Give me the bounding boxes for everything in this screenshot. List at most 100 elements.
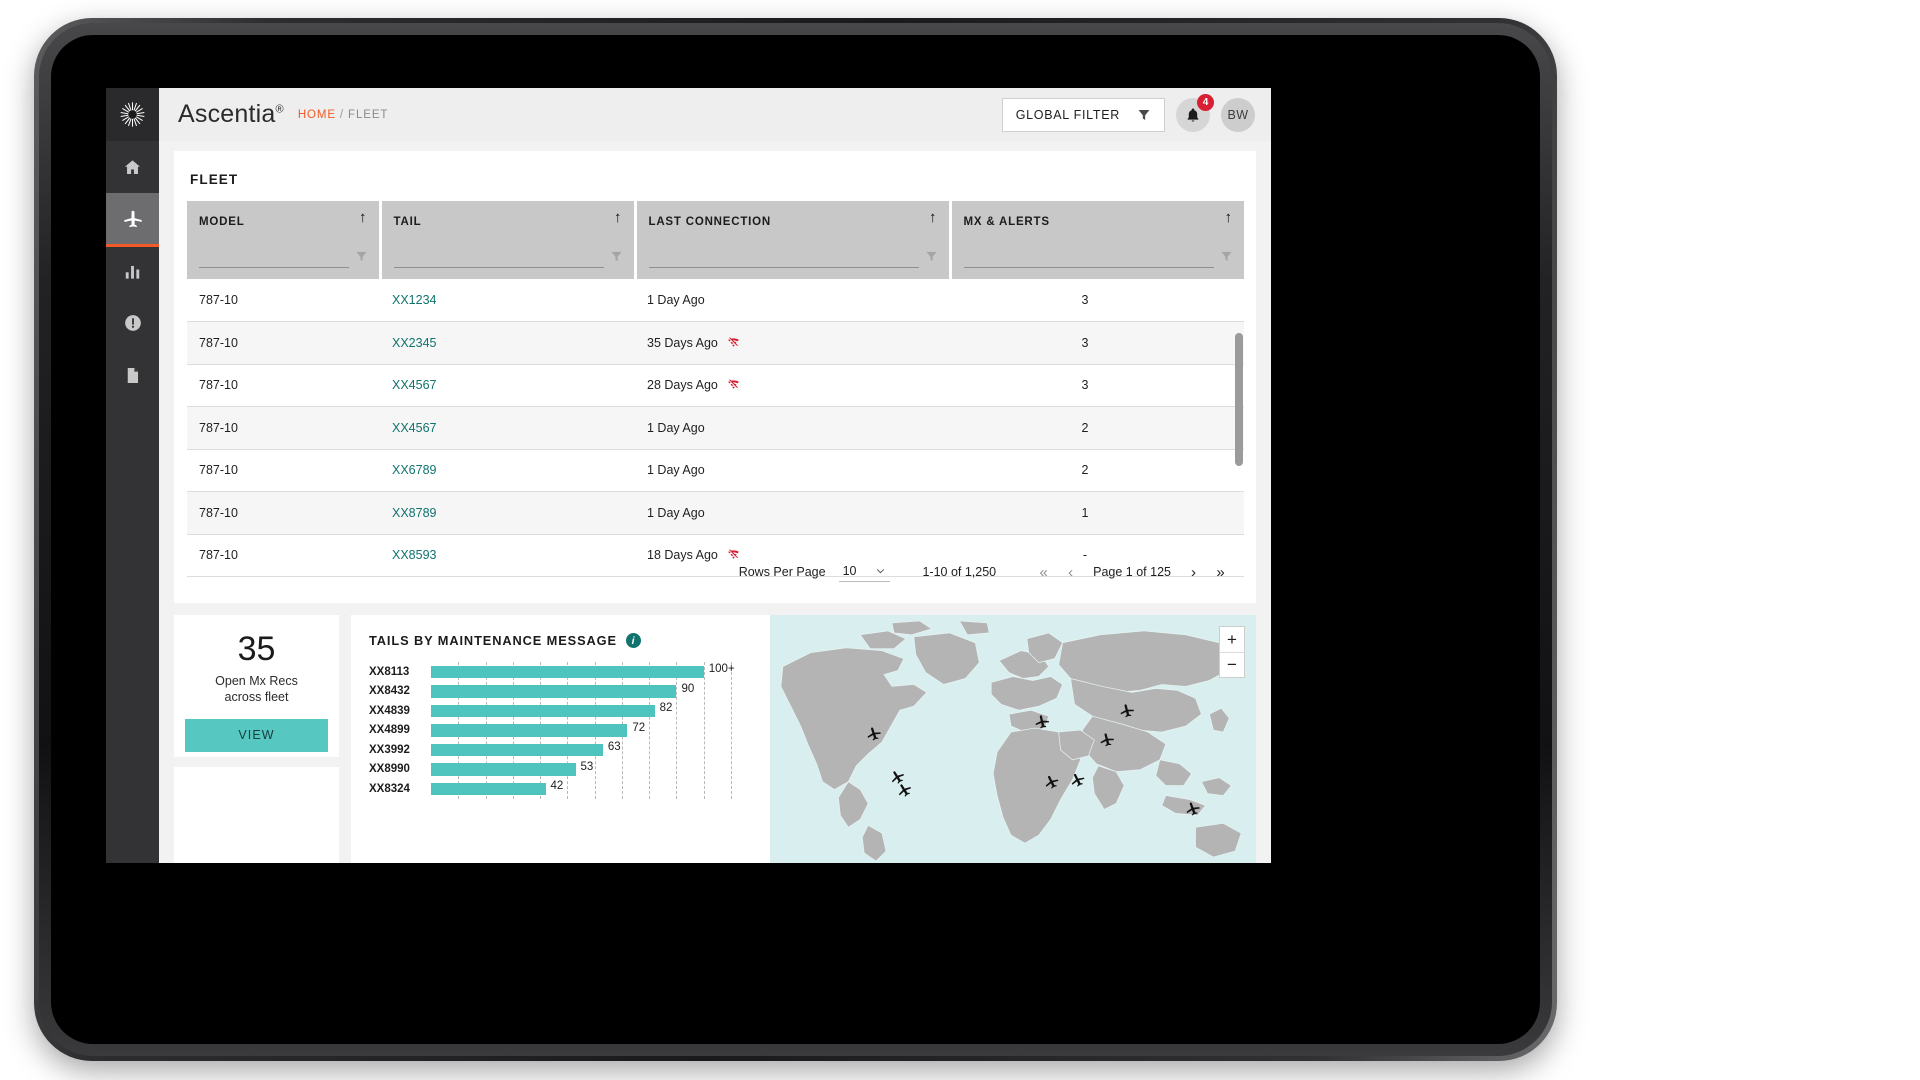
breadcrumb-current: FLEET	[348, 109, 388, 121]
chart-bar-row: XX832442	[369, 779, 770, 799]
view-open-mx-recs-button[interactable]: VIEW	[185, 719, 328, 752]
table-row[interactable]: 787-10XX234535 Days Ago3	[187, 322, 1244, 365]
chart-bar-row: XX399263	[369, 740, 770, 760]
sidebar-item-reports[interactable]	[106, 349, 159, 401]
tail-link[interactable]: XX1234	[392, 293, 436, 307]
column-header-mx-alerts[interactable]: MX & ALERTS ↑	[950, 201, 1244, 279]
column-header-last-connection[interactable]: LAST CONNECTION ↑	[635, 201, 950, 279]
table-row[interactable]: 787-10XX67891 Day Ago2	[187, 449, 1244, 492]
fleet-table-card: FLEET MODEL ↑	[174, 151, 1256, 603]
chart-category-label: XX8990	[369, 763, 431, 775]
sidebar-item-home[interactable]	[106, 141, 159, 193]
sort-ascending-icon-last-connection[interactable]: ↑	[929, 210, 937, 225]
filter-input-last-connection[interactable]	[649, 251, 919, 268]
next-page-button[interactable]: ›	[1180, 564, 1207, 581]
global-filter-button[interactable]: GLOBAL FILTER	[1002, 98, 1165, 132]
cell-tail: XX8789	[380, 492, 635, 535]
chart-title: TAILS BY MAINTENANCE MESSAGE i	[369, 633, 770, 648]
tails-by-maintenance-message-chart: TAILS BY MAINTENANCE MESSAGE i XX8113100…	[351, 615, 770, 863]
chart-bar[interactable]	[431, 724, 627, 737]
table-scrollbar-thumb[interactable]	[1235, 333, 1243, 466]
sidebar-item-analytics[interactable]	[106, 245, 159, 297]
user-avatar[interactable]: BW	[1221, 98, 1255, 132]
chart-bar[interactable]	[431, 705, 655, 718]
filter-funnel-icon-last-connection[interactable]	[925, 250, 938, 268]
filter-input-mx-alerts[interactable]	[964, 251, 1215, 268]
cell-last-connection: 1 Day Ago	[635, 407, 950, 450]
pagination-bar: Rows Per Page 10 1-10 of 1,250 « ‹ Page …	[174, 541, 1256, 603]
map-zoom-out-button[interactable]: −	[1220, 652, 1244, 677]
map-zoom-in-button[interactable]: +	[1220, 627, 1244, 652]
sort-ascending-icon-tail[interactable]: ↑	[614, 210, 622, 225]
cell-model: 787-10	[187, 279, 380, 322]
cell-last-connection: 1 Day Ago	[635, 449, 950, 492]
sort-ascending-icon-model[interactable]: ↑	[359, 210, 367, 225]
cell-last-connection: 35 Days Ago	[635, 322, 950, 365]
chart-bar-value: 72	[632, 722, 645, 734]
open-mx-recs-value: 35	[238, 632, 276, 668]
secondary-stat-card	[174, 767, 339, 863]
chart-bar[interactable]	[431, 685, 676, 698]
open-mx-recs-label-line1: Open Mx Recs	[215, 674, 298, 688]
first-page-button[interactable]: «	[1030, 564, 1057, 581]
sort-ascending-icon-mx-alerts[interactable]: ↑	[1225, 210, 1233, 225]
tail-link[interactable]: XX2345	[392, 336, 436, 350]
column-label-model: MODEL	[199, 216, 245, 228]
chart-bar-value: 42	[551, 780, 564, 792]
table-row[interactable]: 787-10XX456728 Days Ago3	[187, 364, 1244, 407]
brand-name: Ascentia	[178, 100, 276, 128]
info-icon[interactable]: i	[626, 633, 641, 648]
top-header-bar: Ascentia® HOME/FLEET GLOBAL FILTER	[159, 88, 1271, 141]
filter-funnel-icon-model[interactable]	[355, 250, 368, 268]
cell-model: 787-10	[187, 364, 380, 407]
tail-link[interactable]: XX4567	[392, 378, 436, 392]
app-logo[interactable]	[106, 88, 159, 141]
tablet-screen: Ascentia® HOME/FLEET GLOBAL FILTER	[51, 35, 1540, 1044]
filter-funnel-icon-mx-alerts[interactable]	[1220, 250, 1233, 268]
document-icon	[123, 366, 142, 385]
notifications-button[interactable]: 4	[1176, 98, 1210, 132]
column-header-tail[interactable]: TAIL ↑	[380, 201, 635, 279]
last-page-button[interactable]: »	[1207, 564, 1234, 581]
breadcrumb-separator: /	[340, 109, 344, 121]
table-row[interactable]: 787-10XX45671 Day Ago2	[187, 407, 1244, 450]
chart-bar[interactable]	[431, 763, 576, 776]
chart-bar[interactable]	[431, 666, 704, 679]
chart-title-text: TAILS BY MAINTENANCE MESSAGE	[369, 633, 617, 648]
bar-chart-icon	[123, 262, 142, 281]
cell-tail: XX4567	[380, 407, 635, 450]
cell-model: 787-10	[187, 492, 380, 535]
tail-link[interactable]: XX8789	[392, 506, 436, 520]
chart-bar[interactable]	[431, 783, 546, 796]
cell-tail: XX6789	[380, 449, 635, 492]
table-row[interactable]: 787-10XX87891 Day Ago1	[187, 492, 1244, 535]
fleet-map[interactable]: + −	[770, 615, 1256, 863]
filter-funnel-icon-tail[interactable]	[610, 250, 623, 268]
cell-model: 787-10	[187, 449, 380, 492]
rows-per-page-select[interactable]: 10	[839, 562, 891, 582]
filter-input-model[interactable]	[199, 251, 349, 268]
sidebar-item-fleet[interactable]	[106, 193, 159, 245]
table-row[interactable]: 787-10XX12341 Day Ago3	[187, 279, 1244, 322]
filter-input-tail[interactable]	[394, 251, 604, 268]
chart-bar[interactable]	[431, 744, 603, 757]
chart-bar-row: XX899053	[369, 760, 770, 780]
cell-tail: XX1234	[380, 279, 635, 322]
cell-tail: XX2345	[380, 322, 635, 365]
breadcrumb-home-link[interactable]: HOME	[298, 109, 336, 121]
chart-bar-row: XX489972	[369, 721, 770, 741]
open-mx-recs-label: Open Mx Recs across fleet	[215, 673, 298, 706]
airplane-icon	[122, 208, 144, 230]
pagination-range-text: 1-10 of 1,250	[922, 565, 996, 579]
column-label-last-connection: LAST CONNECTION	[649, 216, 772, 228]
previous-page-button[interactable]: ‹	[1057, 564, 1084, 581]
funnel-icon	[1137, 108, 1151, 122]
sidebar-item-alerts[interactable]	[106, 297, 159, 349]
tail-link[interactable]: XX4567	[392, 421, 436, 435]
rows-per-page-label: Rows Per Page	[739, 565, 826, 579]
tail-link[interactable]: XX6789	[392, 463, 436, 477]
chart-category-label: XX8113	[369, 666, 431, 678]
chart-bar-track: 53	[431, 760, 770, 780]
fleet-table: MODEL ↑ TAIL ↑	[187, 201, 1244, 577]
column-header-model[interactable]: MODEL ↑	[187, 201, 380, 279]
